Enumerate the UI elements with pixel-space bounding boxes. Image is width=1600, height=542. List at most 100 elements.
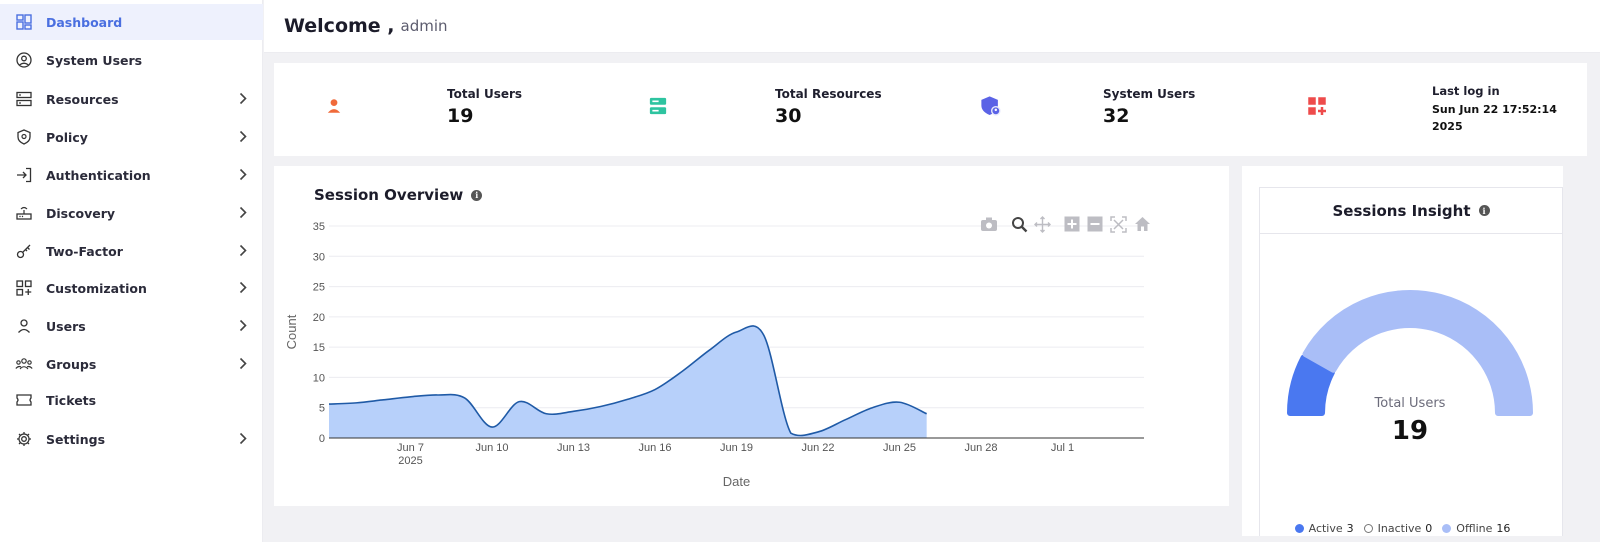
key-icon <box>14 241 34 261</box>
user-circle-icon <box>14 50 34 70</box>
home-icon[interactable] <box>1134 216 1151 232</box>
sidebar-item-label: Dashboard <box>46 14 123 30</box>
sidebar-item-settings[interactable]: Settings <box>0 421 263 457</box>
autoscale-icon[interactable] <box>1110 216 1127 233</box>
total-users-label: Total Users <box>447 87 523 101</box>
chevron-right-icon <box>239 206 247 219</box>
session-overview-title: Session Overview i <box>314 186 483 204</box>
sidebar-item-label: Users <box>46 318 86 334</box>
area-fill <box>329 325 927 438</box>
sidebar-item-users[interactable]: Users <box>0 308 263 344</box>
x-tick-label: Jun 16 <box>638 442 671 454</box>
x-tick-label: Jul 1 <box>1051 442 1074 454</box>
sidebar-item-dashboard[interactable]: Dashboard <box>0 4 263 40</box>
x-tick-label: Jun 28 <box>964 442 997 454</box>
chevron-right-icon <box>239 130 247 143</box>
x-axis-title: Date <box>723 474 750 489</box>
legend-label: Inactive <box>1377 522 1422 535</box>
sidebar-item-label: Settings <box>46 431 106 447</box>
x-tick-label: Jun 13 <box>557 442 590 454</box>
sidebar-item-label: Groups <box>46 356 97 372</box>
zoom-in-icon[interactable] <box>1064 216 1080 232</box>
login-icon <box>14 165 34 185</box>
x-tick-label: Jun 19 <box>720 442 753 454</box>
user-icon <box>14 316 34 336</box>
chevron-right-icon <box>239 244 247 257</box>
chevron-right-icon <box>239 281 247 294</box>
chevron-right-icon <box>239 357 247 370</box>
sidebar-item-system-users[interactable]: System Users <box>0 42 263 78</box>
sidebar: Dashboard System Users Resources Policy … <box>0 0 263 542</box>
welcome-title: Welcome , <box>284 15 395 37</box>
sidebar-item-tickets[interactable]: Tickets <box>0 382 263 418</box>
legend-label: Offline <box>1456 522 1493 535</box>
legend-count: 0 <box>1425 522 1433 535</box>
chevron-right-icon <box>239 432 247 445</box>
sidebar-item-customization[interactable]: Customization <box>0 270 263 306</box>
total-users-icon <box>313 85 355 127</box>
zoom-out-icon[interactable] <box>1087 216 1103 232</box>
legend-count: 3 <box>1346 522 1354 535</box>
chevron-right-icon <box>239 168 247 181</box>
info-icon[interactable]: i <box>471 189 483 201</box>
ticket-icon <box>14 390 34 410</box>
stats-row: Total Users 19 Total Resources 30 System… <box>274 63 1587 156</box>
shield-user-icon <box>970 85 1012 127</box>
sidebar-item-resources[interactable]: Resources <box>0 81 263 117</box>
legend-label: Active <box>1308 522 1343 535</box>
welcome-username: admin <box>400 17 448 35</box>
total-resources-value: 30 <box>775 105 802 127</box>
last-login-label: Last log in <box>1432 84 1500 98</box>
sidebar-item-label: Two-Factor <box>46 243 123 259</box>
groups-icon <box>14 354 34 374</box>
legend-item-offline[interactable]: Offline 16 <box>1442 522 1510 535</box>
x-tick-label: Jun 25 <box>883 442 916 454</box>
card-title-text: Session Overview <box>314 186 464 204</box>
router-icon <box>14 203 34 223</box>
shield-icon <box>14 127 34 147</box>
y-tick-label: 5 <box>319 403 325 415</box>
sidebar-item-two-factor[interactable]: Two-Factor <box>0 233 263 269</box>
server-icon <box>637 85 679 127</box>
zoom-icon[interactable] <box>1011 216 1028 233</box>
gear-icon <box>14 429 34 449</box>
sidebar-item-policy[interactable]: Policy <box>0 119 263 155</box>
gauge-center-value: 19 <box>1391 416 1429 446</box>
total-resources-label: Total Resources <box>775 87 882 101</box>
legend-dot <box>1442 524 1452 533</box>
sidebar-item-authentication[interactable]: Authentication <box>0 157 263 193</box>
server-icon <box>14 89 34 109</box>
sidebar-item-discovery[interactable]: Discovery <box>0 195 263 231</box>
x-tick-label: Jun 10 <box>475 442 508 454</box>
page-header: Welcome , admin <box>264 0 1600 53</box>
x-tick-sublabel: 2025 <box>398 455 422 467</box>
sidebar-item-label: Authentication <box>46 167 151 183</box>
session-chart[interactable]: 05101520253035Jun 72025Jun 10 Jun 13 Jun 1… <box>274 166 1229 506</box>
y-axis-title: Count <box>284 314 299 349</box>
system-users-value: 32 <box>1103 105 1130 127</box>
legend-count: 16 <box>1496 522 1511 535</box>
legend-item-active[interactable]: Active 3 <box>1294 522 1354 535</box>
widgets-add-icon <box>14 278 34 298</box>
insight-inner: Sessions Insight i Total Users 19 <box>1259 187 1563 536</box>
last-login-value: Sun Jun 22 17:52:14 <box>1432 103 1557 116</box>
y-tick-label: 25 <box>313 282 325 294</box>
sidebar-item-label: Customization <box>46 280 147 296</box>
sidebar-item-label: Tickets <box>46 392 97 408</box>
sidebar-item-groups[interactable]: Groups <box>0 346 263 382</box>
chevron-right-icon <box>239 92 247 105</box>
system-users-label: System Users <box>1103 87 1196 101</box>
last-login-year: 2025 <box>1432 120 1463 133</box>
y-tick-label: 35 <box>313 221 325 233</box>
pan-icon[interactable] <box>1034 216 1051 233</box>
y-tick-label: 30 <box>313 251 325 263</box>
sessions-gauge[interactable] <box>1260 188 1562 518</box>
x-tick-label: Jun 22 <box>801 442 834 454</box>
gauge-legend: Active 3 Inactive 0 Offline 16 <box>1242 522 1563 535</box>
widgets-add-icon <box>1296 85 1338 127</box>
y-tick-label: 15 <box>313 342 325 354</box>
legend-item-inactive[interactable]: Inactive 0 <box>1363 522 1433 535</box>
sidebar-item-label: Policy <box>46 129 88 145</box>
gauge-segment-offline[interactable] <box>1302 290 1533 416</box>
camera-icon[interactable] <box>980 216 998 232</box>
